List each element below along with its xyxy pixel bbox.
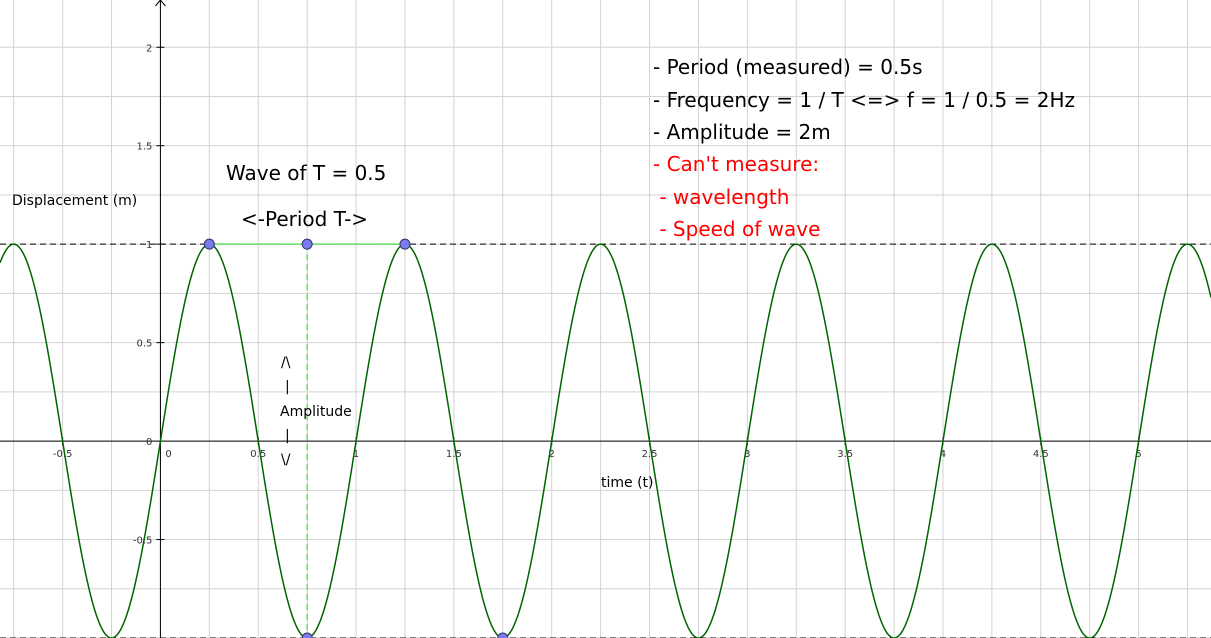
x-tick-label: 4.5 <box>1033 449 1049 460</box>
y-tick-label: 0.5 <box>137 339 153 350</box>
y-axis-label: Displacement (m) <box>12 193 137 209</box>
y-tick-label: 1.5 <box>137 142 153 153</box>
amplitude-arrow-top: /\ <box>281 355 291 371</box>
note-speed-of-wave: - Speed of wave <box>653 217 821 241</box>
chart-title: Wave of T = 0.5 <box>226 161 387 185</box>
note-frequency: - Frequency = 1 / T <=> f = 1 / 0.5 = 2H… <box>653 88 1075 112</box>
amplitude-label: Amplitude <box>280 404 352 420</box>
y-tick-label: 1 <box>146 240 152 251</box>
note-wavelength: - wavelength <box>653 185 790 209</box>
x-tick-label: 0 <box>165 449 171 460</box>
x-tick-label: 1.5 <box>446 449 462 460</box>
period-marker-label: <-Period T-> <box>241 207 369 231</box>
data-point <box>399 238 411 250</box>
amplitude-bar-top: | <box>285 379 290 395</box>
x-tick-label: -0.5 <box>53 449 73 460</box>
y-tick-label: 0 <box>146 437 152 448</box>
x-axis-label: time (t) <box>601 475 654 491</box>
x-tick-labels: -0.5 0 0.5 1 1.5 2 2.5 3 3.5 4 4.5 5 <box>53 449 1142 460</box>
amplitude-bar-bottom: | <box>285 428 290 444</box>
note-amplitude: - Amplitude = 2m <box>653 120 831 144</box>
data-point <box>301 632 313 638</box>
amplitude-arrow-bottom: \/ <box>281 452 291 468</box>
x-tick-label: 2.5 <box>642 449 658 460</box>
y-tick-label: 2 <box>146 43 152 54</box>
data-point <box>203 238 215 250</box>
note-period: - Period (measured) = 0.5s <box>653 55 923 79</box>
note-cant-measure: - Can't measure: <box>653 152 820 176</box>
y-tick-labels: -0.500.511.52 <box>133 43 153 546</box>
data-point <box>301 238 313 250</box>
x-tick-label: 3.5 <box>837 449 853 460</box>
data-point <box>497 632 509 638</box>
x-tick-label: 0.5 <box>250 449 266 460</box>
